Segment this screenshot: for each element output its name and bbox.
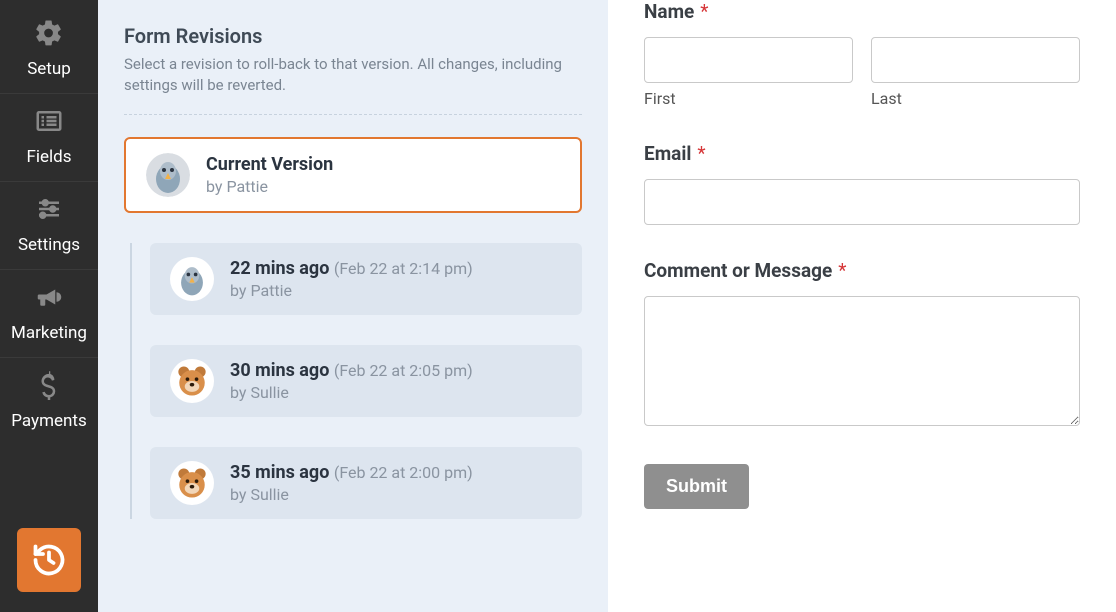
sidebar-item-settings[interactable]: Settings: [0, 182, 98, 270]
last-name-input[interactable]: [871, 37, 1080, 83]
revision-item-author: by Sullie: [230, 485, 473, 504]
list-icon: [34, 106, 64, 141]
revision-item[interactable]: 35 mins ago (Feb 22 at 2:00 pm) by Sulli…: [150, 447, 582, 519]
name-label: Name*: [644, 0, 1080, 23]
history-icon: [31, 542, 67, 578]
divider: [124, 114, 582, 115]
sidebar-item-label: Marketing: [11, 323, 87, 343]
revisions-title: Form Revisions: [124, 24, 582, 48]
revision-item-title: 35 mins ago (Feb 22 at 2:00 pm): [230, 462, 473, 483]
field-comment: Comment or Message*: [644, 259, 1080, 430]
comment-textarea[interactable]: [644, 296, 1080, 426]
revision-current[interactable]: Current Version by Pattie: [124, 137, 582, 213]
sliders-icon: [34, 194, 64, 229]
sidebar-item-payments[interactable]: Payments: [0, 358, 98, 445]
form-preview: Name* First Last Email* Comment or Messa…: [608, 0, 1116, 612]
avatar-bear: [170, 461, 214, 505]
revision-item[interactable]: 22 mins ago (Feb 22 at 2:14 pm) by Patti…: [150, 243, 582, 315]
revision-item-author: by Pattie: [230, 281, 473, 300]
sidebar: Setup Fields Settings Marketing Payments: [0, 0, 98, 612]
sidebar-item-label: Settings: [18, 235, 80, 255]
sidebar-item-label: Fields: [26, 147, 71, 167]
revision-current-title: Current Version: [206, 154, 333, 175]
revision-item[interactable]: 30 mins ago (Feb 22 at 2:05 pm) by Sulli…: [150, 345, 582, 417]
revision-list: 22 mins ago (Feb 22 at 2:14 pm) by Patti…: [130, 243, 582, 519]
revisions-panel: Form Revisions Select a revision to roll…: [98, 0, 608, 612]
gear-icon: [34, 18, 64, 53]
comment-label: Comment or Message*: [644, 259, 1080, 282]
sidebar-item-label: Payments: [11, 411, 86, 431]
avatar-pigeon: [170, 257, 214, 301]
revisions-subtitle: Select a revision to roll-back to that v…: [124, 54, 582, 96]
avatar-bear: [170, 359, 214, 403]
revision-item-title: 22 mins ago (Feb 22 at 2:14 pm): [230, 258, 473, 279]
bullhorn-icon: [34, 282, 64, 317]
first-name-input[interactable]: [644, 37, 853, 83]
sidebar-item-fields[interactable]: Fields: [0, 94, 98, 182]
sidebar-item-marketing[interactable]: Marketing: [0, 270, 98, 358]
email-input[interactable]: [644, 179, 1080, 225]
submit-button[interactable]: Submit: [644, 464, 749, 509]
revision-item-title: 30 mins ago (Feb 22 at 2:05 pm): [230, 360, 473, 381]
revision-current-author: by Pattie: [206, 177, 333, 196]
email-label: Email*: [644, 142, 1080, 165]
revision-item-author: by Sullie: [230, 383, 473, 402]
history-button[interactable]: [17, 528, 81, 592]
field-email: Email*: [644, 142, 1080, 225]
last-sublabel: Last: [871, 89, 1080, 108]
first-sublabel: First: [644, 89, 853, 108]
avatar-pigeon: [146, 153, 190, 197]
dollar-icon: [34, 370, 64, 405]
field-name: Name* First Last: [644, 0, 1080, 108]
sidebar-item-setup[interactable]: Setup: [0, 6, 98, 94]
sidebar-item-label: Setup: [27, 59, 71, 79]
